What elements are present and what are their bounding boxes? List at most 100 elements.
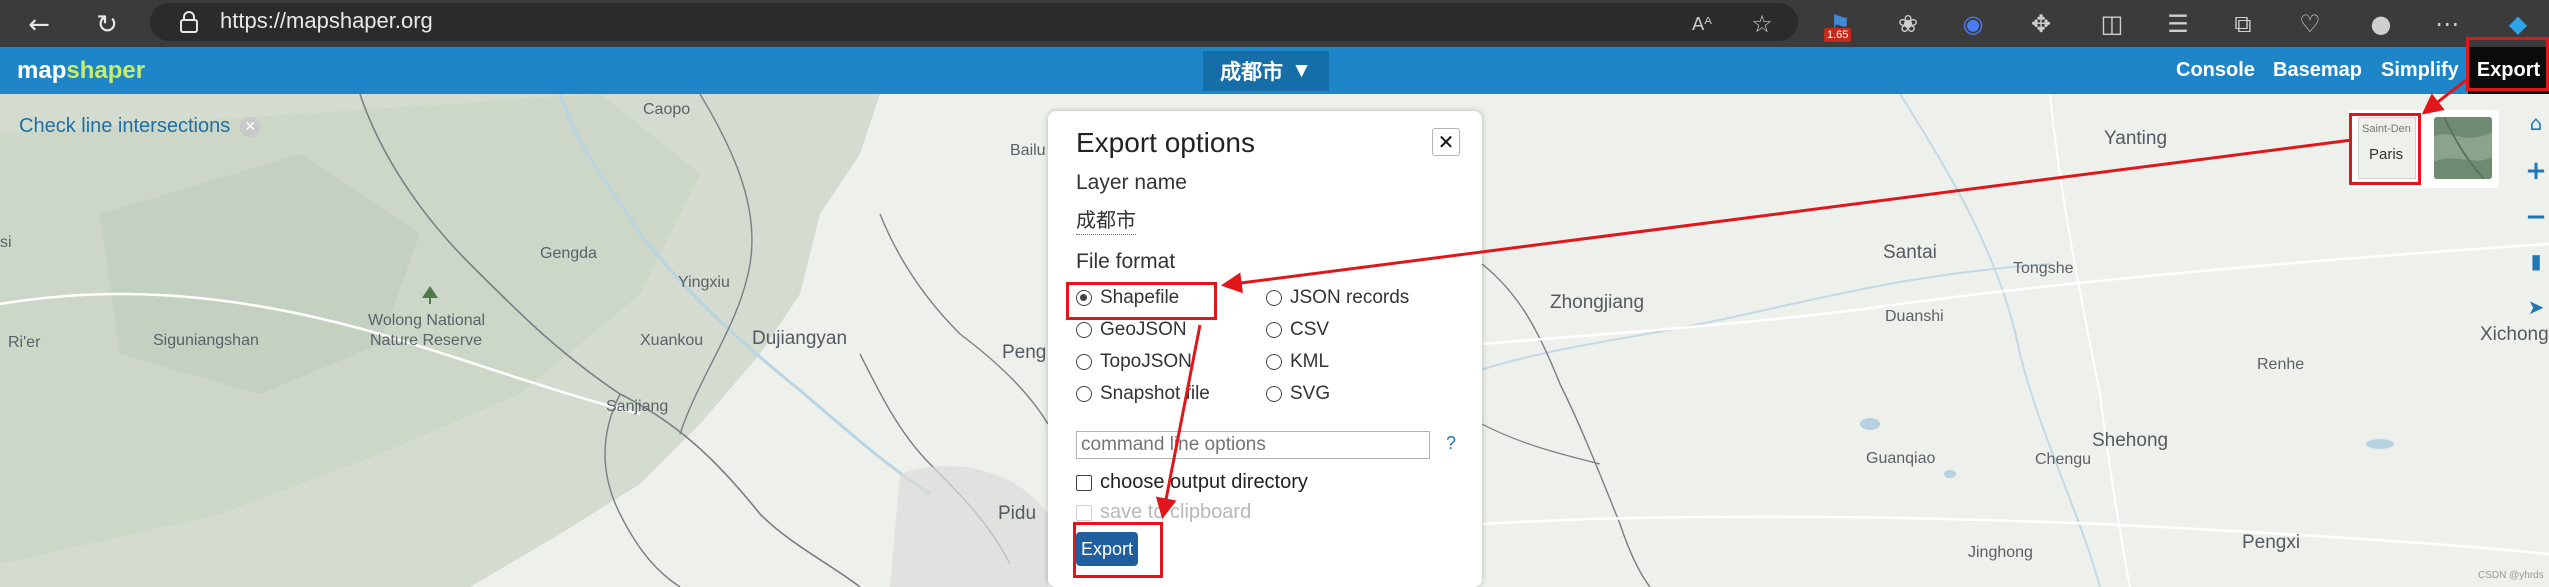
radio[interactable]: [1266, 322, 1282, 338]
place-siguniangshan: Siguniangshan: [153, 332, 259, 349]
help-link[interactable]: ?: [1446, 433, 1456, 454]
satellite-image: [2434, 117, 2492, 179]
choose-output-directory-checkbox[interactable]: choose output directory: [1076, 471, 1308, 494]
collections-icon[interactable]: ⧉: [2225, 6, 2261, 42]
place-sanjiang: Sanjiang: [606, 398, 669, 415]
url-text[interactable]: https://mapshaper.org: [220, 6, 433, 36]
place-caopo: Caopo: [643, 101, 691, 118]
place-zhongjiang: Zhongjiang: [1550, 292, 1645, 313]
format-label: Snapshot file: [1100, 383, 1210, 404]
format-label: CSV: [1290, 319, 1330, 340]
place-si: si: [0, 234, 12, 251]
watermark: CSDN @yhrds: [2478, 570, 2544, 581]
console-button[interactable]: Console: [2176, 59, 2255, 82]
read-aloud-icon[interactable]: Aᴬ: [1684, 6, 1720, 42]
pointer-tool-icon[interactable]: ➤: [2525, 296, 2547, 318]
place-renhe: Renhe: [2257, 356, 2305, 373]
format-label: TopoJSON: [1100, 351, 1192, 372]
format-geojson[interactable]: GeoJSON: [1076, 319, 1187, 341]
performance-heart-icon[interactable]: ♡: [2292, 6, 2328, 42]
radio[interactable]: [1076, 386, 1092, 402]
checkbox[interactable]: [1076, 504, 1092, 521]
back-arrow-icon[interactable]: ←: [22, 8, 56, 42]
place-gengda: Gengda: [540, 245, 597, 262]
place-pidu: Pidu: [998, 503, 1037, 524]
place-duanshi: Duanshi: [1885, 308, 1944, 325]
place-nature-reserve: Nature Reserve: [370, 332, 483, 349]
place-tongshe: Tongshe: [2013, 260, 2074, 277]
place-jinghong: Jinghong: [1968, 544, 2033, 561]
place-wolong: Wolong National: [368, 312, 486, 329]
basemap-satellite-thumbnail[interactable]: [2434, 117, 2492, 179]
logo-shaper: shaper: [66, 57, 146, 84]
split-screen-icon[interactable]: ◫: [2094, 6, 2130, 42]
intersections-label[interactable]: Check line intersections: [19, 115, 230, 138]
place-yingxiu: Yingxiu: [678, 274, 730, 291]
thumb-label-saint-denis: Saint-Den: [2362, 123, 2411, 135]
close-icon[interactable]: ✕: [1432, 128, 1460, 156]
export-nav-button[interactable]: Export: [2468, 47, 2549, 94]
checkbox-label: save to clipboard: [1100, 501, 1252, 523]
profile-avatar-icon[interactable]: ●: [2363, 6, 2399, 42]
layer-name-value[interactable]: 成都市: [1076, 204, 1136, 235]
more-menu-icon[interactable]: ⋯: [2429, 6, 2465, 42]
export-options-dialog: Export options ✕ Layer name 成都市 File for…: [1048, 111, 1482, 587]
format-csv[interactable]: CSV: [1266, 319, 1329, 341]
format-topojson[interactable]: TopoJSON: [1076, 351, 1192, 373]
format-label: KML: [1290, 351, 1330, 372]
place-dujiangyan: Dujiangyan: [752, 328, 848, 349]
logo-map: map: [17, 57, 67, 84]
extension-badge: 1.65: [1824, 28, 1852, 42]
lock-icon: [180, 11, 198, 33]
map-tools: ⌂ + − ▮ ➤: [2520, 110, 2549, 330]
command-line-options-input[interactable]: [1076, 431, 1430, 459]
park-marker-icon: [420, 286, 440, 304]
save-to-clipboard-checkbox[interactable]: save to clipboard: [1076, 501, 1251, 524]
radio[interactable]: [1076, 322, 1092, 338]
app-header: mapshaper 成都市 ▼ Console Basemap Simplify: [0, 47, 2549, 94]
favorites-icon[interactable]: ☰: [2160, 6, 2196, 42]
export-button[interactable]: Export: [1076, 532, 1138, 566]
checkbox-label: choose output directory: [1100, 471, 1308, 493]
extension-leaf-icon[interactable]: ❀: [1890, 6, 1926, 42]
zoom-in-icon[interactable]: +: [2525, 158, 2547, 184]
checkbox[interactable]: [1076, 474, 1092, 491]
extension-sound-icon[interactable]: ◉: [1955, 6, 1991, 42]
place-guanqiao: Guanqiao: [1866, 450, 1936, 467]
radio[interactable]: [1266, 386, 1282, 402]
layer-name-label: Layer name: [1076, 171, 1187, 194]
format-label: JSON records: [1290, 287, 1410, 308]
copilot-icon[interactable]: ◆: [2500, 6, 2536, 42]
line-intersections-control[interactable]: Check line intersections ✕: [19, 115, 261, 138]
place-santai: Santai: [1883, 242, 1937, 263]
zoom-out-icon[interactable]: −: [2525, 204, 2547, 230]
favorite-star-icon[interactable]: ☆: [1744, 6, 1780, 42]
basemap-button[interactable]: Basemap: [2273, 59, 2362, 82]
home-icon[interactable]: ⌂: [2525, 112, 2547, 134]
format-snapshot[interactable]: Snapshot file: [1076, 383, 1210, 405]
place-peng: Peng: [1002, 342, 1047, 363]
refresh-icon[interactable]: ↻: [90, 8, 124, 42]
radio[interactable]: [1266, 354, 1282, 370]
basemap-streets-thumbnail[interactable]: Saint-Den Paris: [2358, 117, 2416, 179]
radio[interactable]: [1076, 354, 1092, 370]
close-circle-icon[interactable]: ✕: [240, 116, 261, 137]
layer-selector[interactable]: 成都市 ▼: [1203, 51, 1329, 91]
simplify-button[interactable]: Simplify: [2381, 59, 2459, 82]
browser-toolbar: ← ↻ https://mapshaper.org Aᴬ ☆ ⚑ 1.65 ❀ …: [0, 0, 2549, 47]
layer-selector-label: 成都市: [1220, 61, 1284, 84]
dropdown-arrow-icon: ▼: [1291, 59, 1312, 82]
radio-selected[interactable]: [1076, 290, 1092, 306]
radio[interactable]: [1266, 290, 1282, 306]
format-kml[interactable]: KML: [1266, 351, 1329, 373]
format-json-records[interactable]: JSON records: [1266, 287, 1409, 309]
thumb-label-paris: Paris: [2369, 146, 2404, 163]
extensions-puzzle-icon[interactable]: ✥: [2023, 6, 2059, 42]
place-bailu: Bailu: [1010, 142, 1046, 159]
place-xuankou: Xuankou: [640, 332, 704, 349]
format-svg[interactable]: SVG: [1266, 383, 1330, 405]
format-shapefile[interactable]: Shapefile: [1076, 287, 1179, 309]
bookmark-icon[interactable]: ▮: [2525, 250, 2547, 272]
place-rier: Ri'er: [8, 334, 41, 351]
place-yanting: Yanting: [2104, 128, 2168, 149]
